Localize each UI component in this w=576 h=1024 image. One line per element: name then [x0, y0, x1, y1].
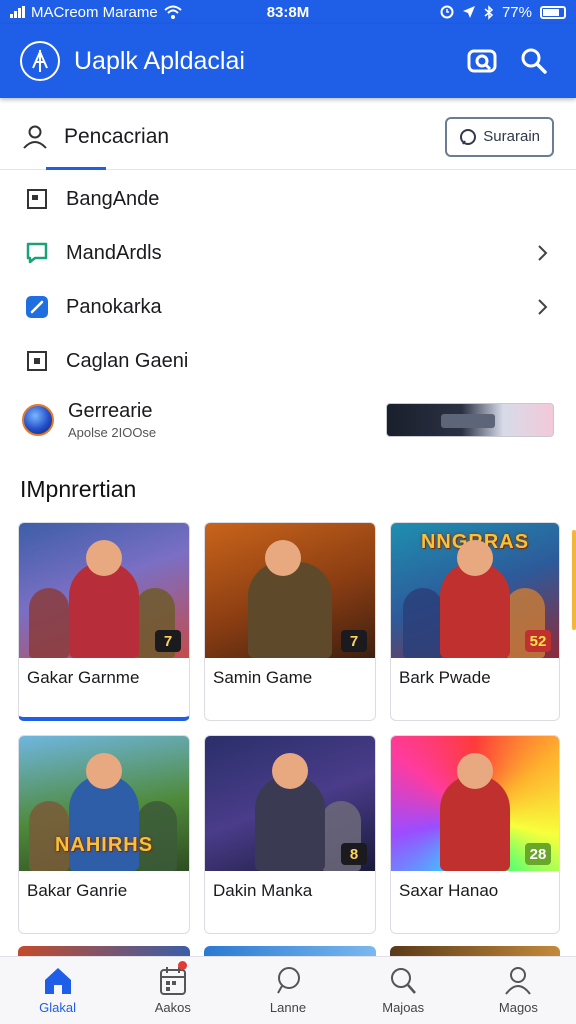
nav-label: Magos — [498, 1000, 538, 1015]
nav-label: Majoas — [382, 1000, 425, 1015]
game-title: Bark Pwade — [399, 668, 491, 687]
menu-item-label: Panokarka — [66, 295, 162, 318]
status-bar: MACreom Marame 83:8M 77% — [0, 0, 576, 24]
nav-item-magos[interactable]: Magos — [461, 957, 576, 1024]
game-badge: 8 — [341, 843, 367, 865]
search-icon — [391, 968, 417, 994]
game-card[interactable]: 8 Dakin Manka — [204, 735, 376, 934]
square-icon — [24, 348, 50, 374]
menu-item-label: BangAnde — [66, 187, 160, 210]
profile-icon — [505, 967, 532, 995]
game-title: Dakin Manka — [213, 881, 313, 900]
signal-icon — [10, 6, 25, 18]
chevron-right-icon — [538, 299, 548, 315]
app-bar: Uaplk Apldaclai — [0, 24, 576, 98]
game-badge: 7 — [155, 630, 181, 652]
game-card[interactable]: 28 Saxar Hanao — [390, 735, 560, 934]
battery-icon — [539, 5, 566, 19]
promo-subtitle: Apolse 2IOOse — [68, 425, 157, 440]
tab-indicator — [46, 167, 106, 170]
location-icon — [462, 6, 475, 18]
camera-search-icon — [467, 49, 497, 73]
logo-icon[interactable] — [20, 41, 60, 81]
game-thumbnail: 7 — [19, 523, 189, 658]
game-badge: 52 — [525, 630, 551, 652]
carrier-name: MACreom Marame — [31, 3, 158, 21]
globe-icon — [22, 404, 54, 436]
account-row-label[interactable]: Pencacrian — [64, 125, 445, 149]
game-art-title: NAHIRHS — [54, 834, 154, 856]
menu-item-banganda[interactable]: BangAnde — [0, 172, 576, 226]
game-badge: 7 — [341, 630, 367, 652]
search-button[interactable] — [512, 39, 556, 83]
menu-item-mandardls[interactable]: MandArdls — [0, 226, 576, 280]
menu-list: BangAnde MandArdls Panokarka Caglan Gaen… — [0, 172, 576, 388]
menu-item-panokarka[interactable]: Panokarka — [0, 280, 576, 334]
nav-label: Aakos — [154, 1000, 191, 1015]
calendar-icon — [159, 967, 186, 995]
home-icon — [44, 968, 71, 994]
game-title: Gakar Garnme — [27, 668, 140, 687]
menu-item-label: MandArdls — [66, 241, 162, 264]
alarm-icon — [440, 5, 454, 19]
camera-search-button[interactable] — [460, 39, 504, 83]
game-title: Saxar Hanao — [399, 881, 499, 900]
bottom-nav: Glakal Aakos Lanne Majoas Magos — [0, 956, 576, 1024]
next-card-peek — [572, 530, 576, 630]
game-title: Bakar Ganrie — [27, 881, 128, 900]
game-thumbnail: 8 — [205, 736, 375, 871]
search-icon — [521, 48, 547, 74]
chat-bubble-icon — [277, 967, 300, 994]
chevron-right-icon — [538, 245, 548, 261]
game-thumbnail: NAHIRHS — [19, 736, 189, 871]
battery-percent: 77% — [501, 3, 532, 21]
section-title: IMpnrertian — [20, 476, 137, 502]
wifi-icon — [164, 5, 182, 19]
surarain-button-label: Surarain — [483, 128, 540, 145]
menu-item-caglan-gaeni[interactable]: Caglan Gaeni — [0, 334, 576, 388]
nav-item-lanne[interactable]: Lanne — [230, 957, 345, 1024]
chat-icon — [460, 128, 477, 145]
status-time: 83:8M — [266, 3, 310, 21]
nav-label: Glakal — [39, 1000, 77, 1015]
account-row: Pencacrian Surarain — [0, 104, 576, 170]
game-badge: 28 — [525, 843, 551, 865]
edit-icon — [24, 294, 50, 320]
game-grid: 7 Gakar Garnme 7 Samin Game NNGRRAS 52 B… — [18, 522, 560, 934]
promo-row[interactable]: Gerrearie Apolse 2IOOse — [0, 392, 576, 448]
menu-item-label: Caglan Gaeni — [66, 349, 189, 372]
surarain-button[interactable]: Surarain — [445, 116, 554, 157]
bluetooth-icon — [484, 4, 494, 20]
game-card[interactable]: NNGRRAS 52 Bark Pwade — [390, 522, 560, 721]
game-thumbnail: NNGRRAS 52 — [391, 523, 559, 658]
game-thumbnail: 28 — [391, 736, 559, 871]
game-title: Samin Game — [213, 668, 313, 687]
game-thumbnail: 7 — [205, 523, 375, 658]
promo-title: Gerrearie — [68, 400, 153, 422]
nav-label: Lanne — [269, 1000, 307, 1015]
nav-item-majoas[interactable]: Majoas — [346, 957, 461, 1024]
chat-icon — [24, 240, 50, 266]
game-card[interactable]: 7 Gakar Garnme — [18, 522, 190, 721]
document-icon — [24, 186, 50, 212]
nav-item-home[interactable]: Glakal — [0, 957, 115, 1024]
user-icon — [23, 125, 47, 149]
game-card[interactable]: 7 Samin Game — [204, 522, 376, 721]
nav-item-aakos[interactable]: Aakos — [115, 957, 230, 1024]
app-title: Uaplk Apldaclai — [74, 46, 245, 75]
promo-banner-image[interactable] — [386, 403, 554, 437]
game-card[interactable]: NAHIRHS Bakar Ganrie — [18, 735, 190, 934]
